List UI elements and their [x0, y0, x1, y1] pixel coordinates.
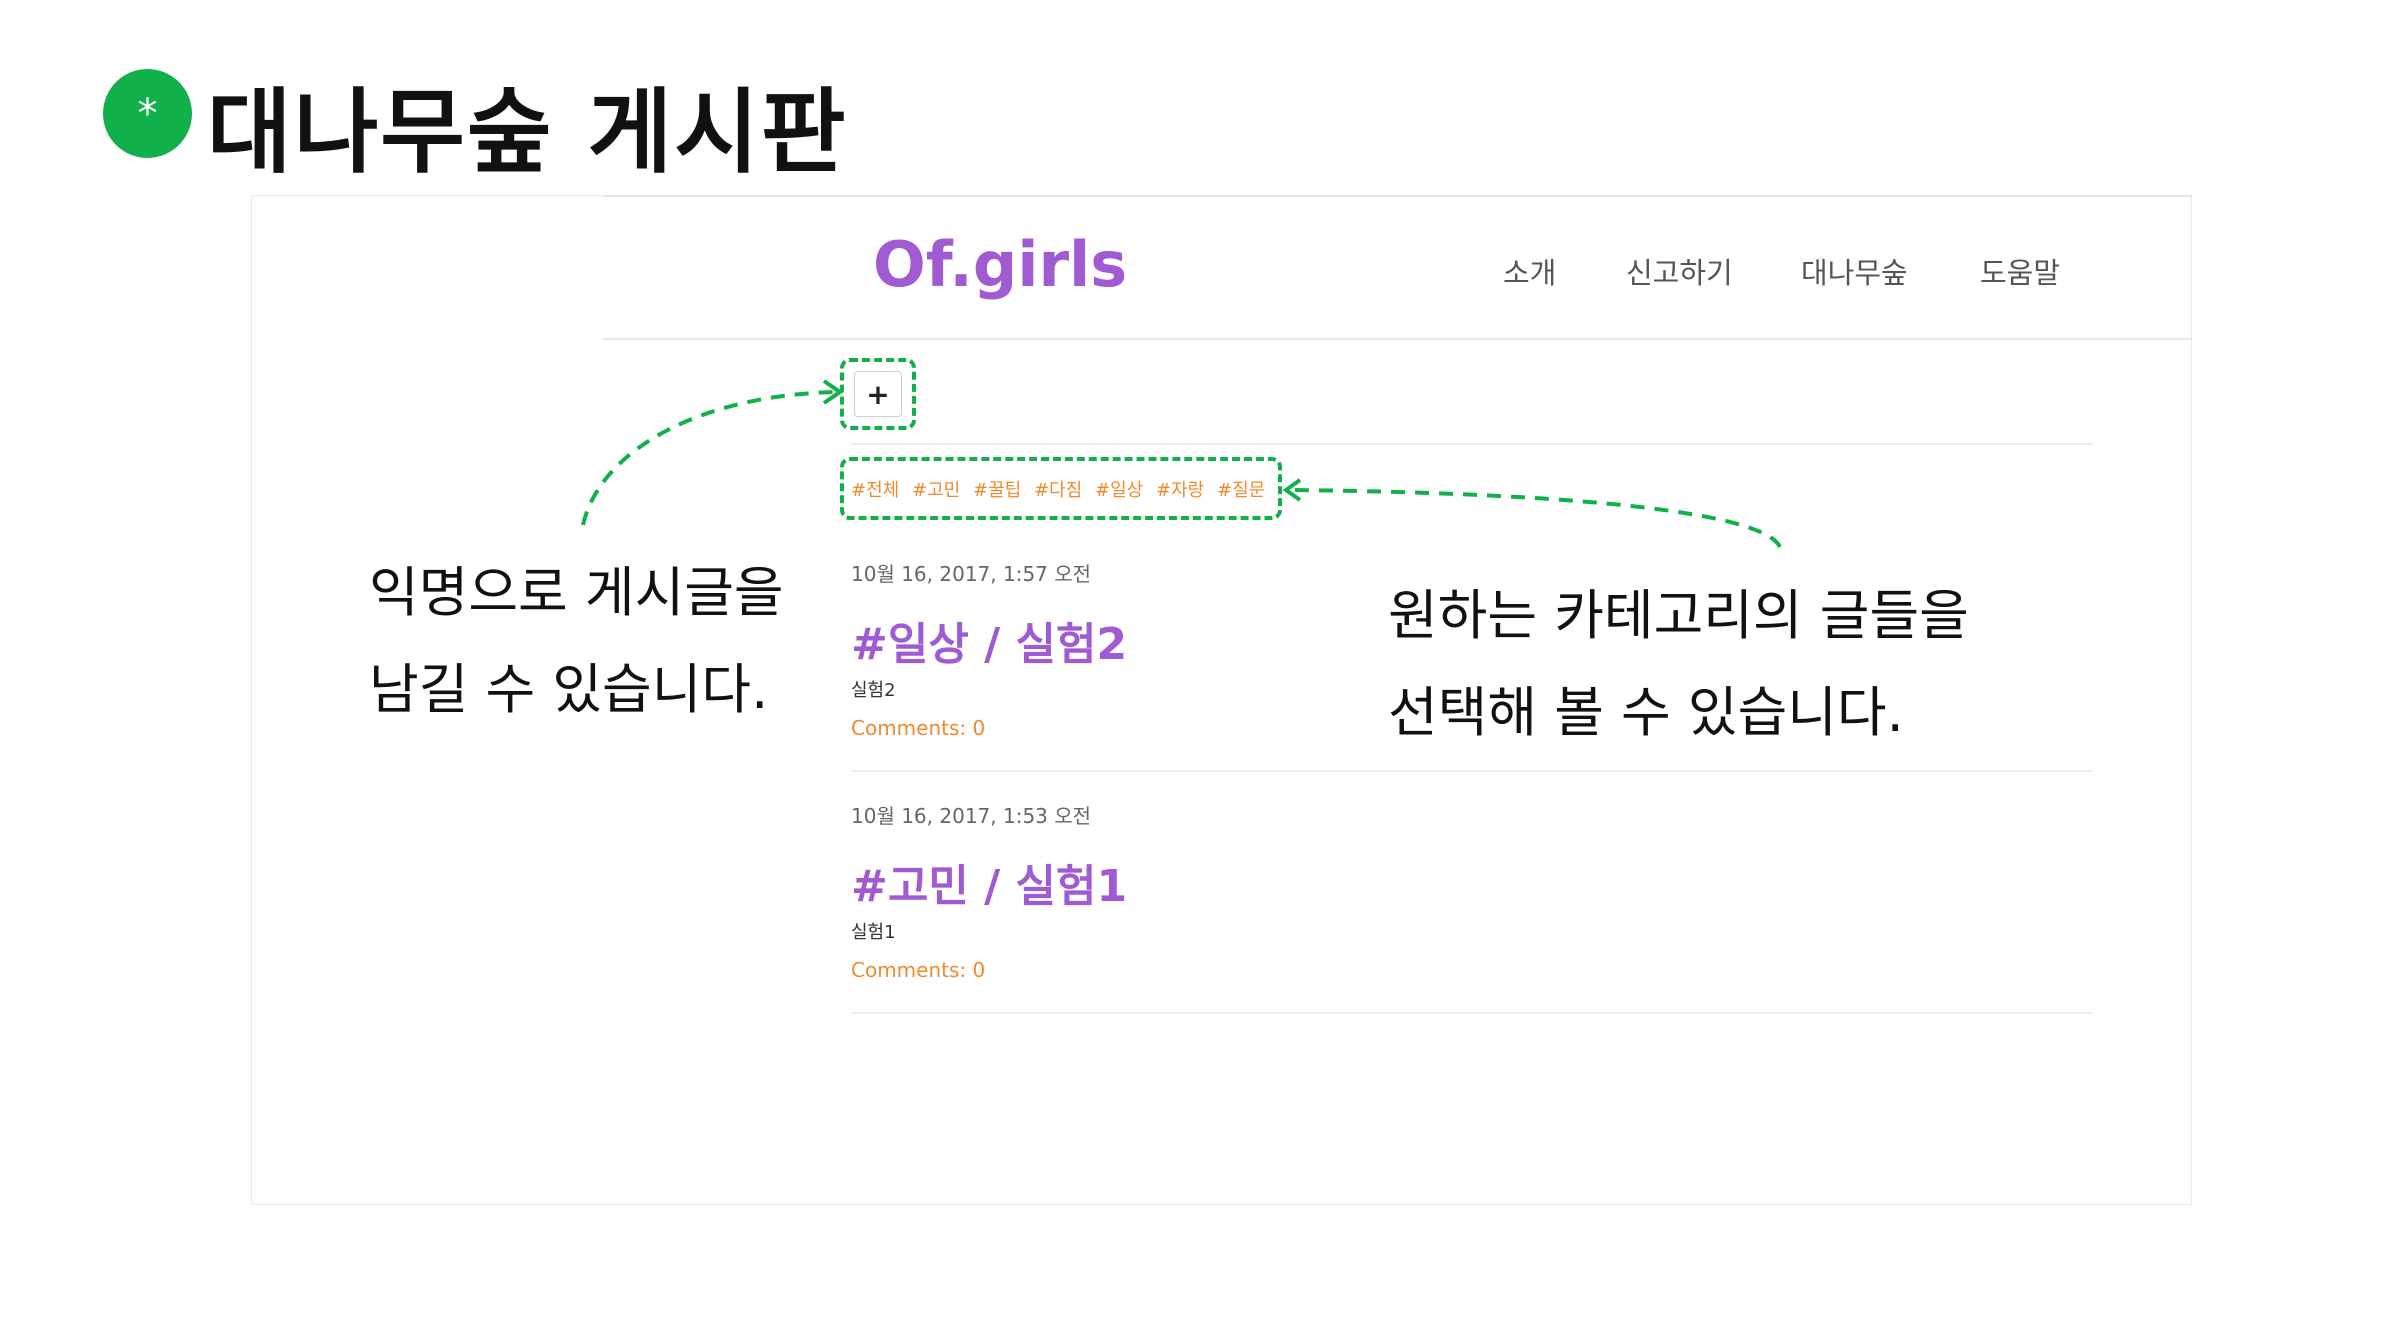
arrow-to-add-button [581, 390, 837, 526]
arrow-to-tag-filter [1289, 488, 1782, 549]
annotation-arrows [581, 379, 1782, 549]
